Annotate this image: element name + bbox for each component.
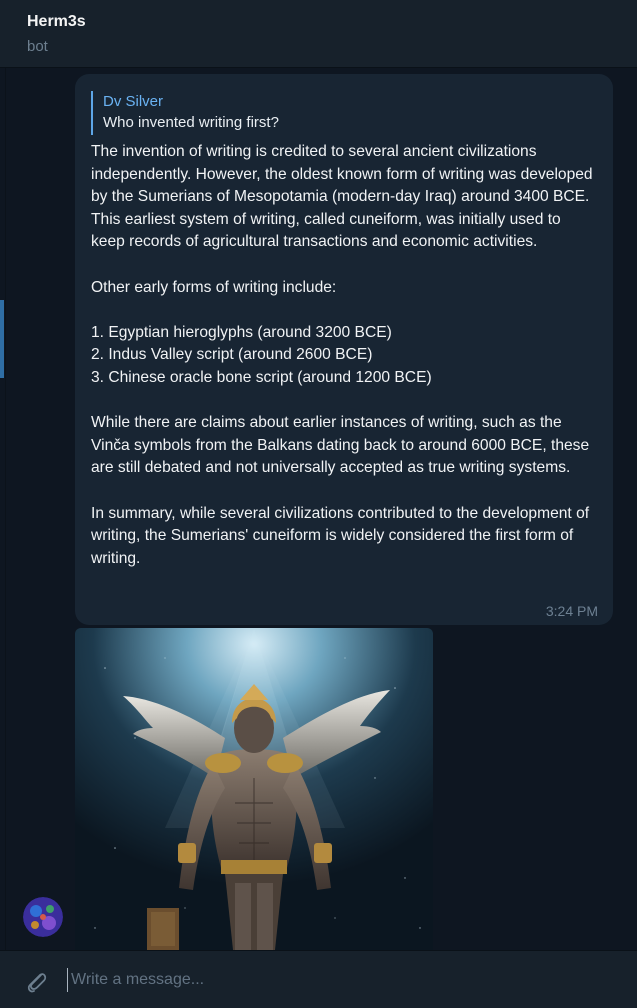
reply-author: Dv Silver	[103, 93, 164, 110]
statue-image	[75, 628, 433, 950]
scroll-indicator[interactable]	[0, 300, 4, 378]
attach-button[interactable]	[22, 967, 50, 995]
chat-subtitle: bot	[27, 38, 48, 55]
avatar[interactable]	[23, 897, 63, 937]
chat-window: Herm3s bot Dv Silver Who invented writin…	[0, 0, 637, 1008]
paperclip-icon	[27, 973, 47, 993]
message-bubble[interactable]: Dv Silver Who invented writing first? Th…	[75, 74, 613, 625]
reply-quote[interactable]: Dv Silver Who invented writing first?	[91, 91, 597, 135]
message-composer	[0, 950, 637, 1008]
message-time: 3:24 PM	[545, 603, 598, 619]
message-input[interactable]	[67, 968, 607, 992]
message-photo[interactable]	[75, 628, 433, 950]
chat-title: Herm3s	[27, 13, 86, 30]
avatar-image	[23, 897, 63, 937]
panel-divider	[5, 68, 6, 950]
reply-text: Who invented writing first?	[103, 114, 279, 131]
message-text: The invention of writing is credited to …	[91, 143, 593, 567]
chat-header[interactable]: Herm3s bot	[0, 0, 637, 68]
